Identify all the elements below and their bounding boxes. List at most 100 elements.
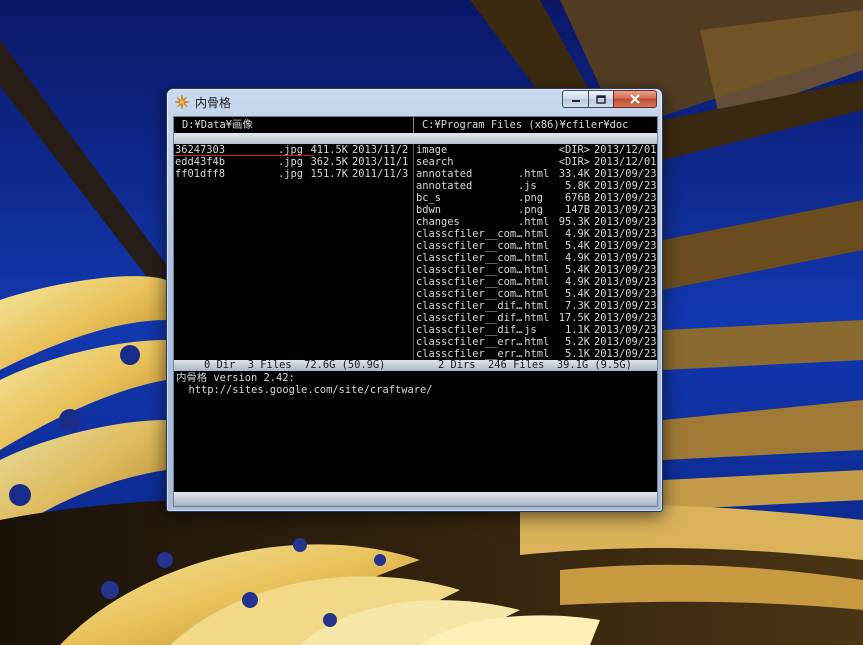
status-bar: 0 Dir 3 Files 72.6G (50.9G) 2 Dirs 246 F… [174,360,657,371]
file-date: 2013/09/23 [594,228,657,240]
file-ext: .png [518,204,544,216]
minimize-button[interactable] [562,90,589,108]
file-ext: .png [518,192,544,204]
file-name: classcfiler__err… [416,336,523,348]
file-ext: .js [518,324,537,336]
log-line: http://sites.google.com/site/craftware/ [176,384,433,396]
file-date: 2013/09/23 [594,216,657,228]
file-size: <DIR> [558,144,590,156]
file-row[interactable]: search <DIR> 2013/12/01 [414,156,659,168]
file-date: 2013/09/23 [594,180,657,192]
file-date: 2013/09/23 [594,168,657,180]
file-ext: .jpg [278,168,304,180]
file-date: 2013/11/2 [352,144,409,156]
window-title: 内骨格 [195,96,232,110]
file-date: 2013/09/23 [594,276,657,288]
close-button[interactable] [613,90,657,108]
file-row[interactable]: bc_s .png 676B 2013/09/23 [414,192,659,204]
left-pane-status: 0 Dir 3 Files 72.6G (50.9G) [204,359,386,371]
file-date: 2013/09/23 [594,324,657,336]
file-name: search [416,156,454,168]
bottom-band [174,492,657,506]
file-row[interactable]: classcfiler__com… .html 4.9K 2013/09/23 [414,252,659,264]
sun-icon [174,94,190,110]
file-name: bc_s [416,192,442,204]
file-date: 2013/12/01 [594,156,657,168]
file-size: 362.5K [310,156,348,168]
file-date: 2013/09/23 [594,192,657,204]
file-row[interactable]: classcfiler__com… .html 5.4K 2013/09/23 [414,264,659,276]
file-size: 33.4K [558,168,590,180]
file-date: 2013/09/23 [594,336,657,348]
file-name: classcfiler__com… [416,240,523,252]
file-ext: .html [518,168,550,180]
file-row[interactable]: classcfiler__err… .html 5.2K 2013/09/23 [414,336,659,348]
path-bar: D:¥Data¥画像 C:¥Program Files (x86)¥cfiler… [174,117,657,133]
file-row[interactable]: classcfiler__dif… .html 17.5K 2013/09/23 [414,312,659,324]
file-row[interactable]: classcfiler__com… .html 4.9K 2013/09/23 [414,276,659,288]
file-row[interactable]: annotated .js 5.8K 2013/09/23 [414,180,659,192]
caption-buttons [562,90,657,108]
file-row[interactable]: classcfiler__dif… .html 7.3K 2013/09/23 [414,300,659,312]
file-name: classcfiler__dif… [416,312,523,324]
file-size: 5.8K [564,180,590,192]
file-row[interactable]: classcfiler__dif… .js 1.1K 2013/09/23 [414,324,659,336]
file-ext: .html [518,276,550,288]
file-row[interactable]: changes .html 95.3K 2013/09/23 [414,216,659,228]
right-file-pane[interactable]: image <DIR> 2013/12/01 search <DIR> 2013/12/0… [414,144,659,360]
right-pane-status: 2 Dirs 246 Files 39.1G (9.5G) [438,359,632,371]
file-size: 5.4K [564,240,590,252]
file-name: edd43f4b [175,156,226,168]
file-date: 2013/09/23 [594,240,657,252]
maximize-button[interactable] [588,90,614,108]
file-date: 2013/09/23 [594,288,657,300]
left-pane-path[interactable]: D:¥Data¥画像 [174,117,413,133]
file-row[interactable]: bdwn .png 147B 2013/09/23 [414,204,659,216]
file-name: classcfiler__dif… [416,300,523,312]
title-bar[interactable]: 内骨格 [167,89,662,115]
file-row[interactable]: classcfiler__com… .html 5.4K 2013/09/23 [414,240,659,252]
file-name: annotated [416,168,473,180]
file-name: classcfiler__com… [416,276,523,288]
file-name: classcfiler__com… [416,264,523,276]
file-date: 2013/11/1 [352,156,409,168]
file-date: 2013/09/23 [594,204,657,216]
file-row[interactable]: classcfiler__com… .html 5.4K 2013/09/23 [414,288,659,300]
file-ext: .html [518,240,550,252]
file-size: 676B [564,192,590,204]
file-ext: .html [518,336,550,348]
log-area: 内骨格 version 2.42: http://sites.google.co… [174,372,657,492]
file-row[interactable]: edd43f4b .jpg 362.5K 2013/11/1 [174,156,413,168]
file-name: ff01dff8 [175,168,226,180]
file-ext: .html [518,216,550,228]
file-size: 5.2K [564,336,590,348]
file-name: classcfiler__com… [416,228,523,240]
file-row[interactable]: annotated .html 33.4K 2013/09/23 [414,168,659,180]
file-row[interactable]: 36247303 .jpg 411.5K 2013/11/2 [174,144,413,156]
file-size: 411.5K [310,144,348,156]
file-row[interactable]: image <DIR> 2013/12/01 [414,144,659,156]
file-ext: .js [518,180,537,192]
file-ext: .html [518,264,550,276]
file-name: classcfiler__com… [416,252,523,264]
file-size: 147B [564,204,590,216]
maximize-icon [596,94,606,104]
file-ext: .html [518,300,550,312]
file-row[interactable]: ff01dff8 .jpg 151.7K 2011/11/3 [174,168,413,180]
file-name: image [416,144,448,156]
file-name: classcfiler__dif… [416,324,523,336]
file-date: 2013/09/23 [594,264,657,276]
file-ext: .html [518,252,550,264]
app-window: 内骨格 D:¥Data¥画像 C:¥Program Files (x86)¥cf… [166,88,663,512]
file-date: 2013/09/23 [594,252,657,264]
file-size: 7.3K [564,300,590,312]
file-size: 17.5K [558,312,590,324]
file-size: 1.1K [564,324,590,336]
file-row[interactable]: classcfiler__com… .html 4.9K 2013/09/23 [414,228,659,240]
left-file-pane[interactable]: 36247303 .jpg 411.5K 2013/11/2 edd43f4b .jpg 3… [174,144,413,360]
file-name: classcfiler__com… [416,288,523,300]
header-band [174,133,657,144]
right-pane-path[interactable]: C:¥Program Files (x86)¥cfiler¥doc [414,117,657,133]
file-size: 4.9K [564,228,590,240]
file-size: 5.4K [564,288,590,300]
